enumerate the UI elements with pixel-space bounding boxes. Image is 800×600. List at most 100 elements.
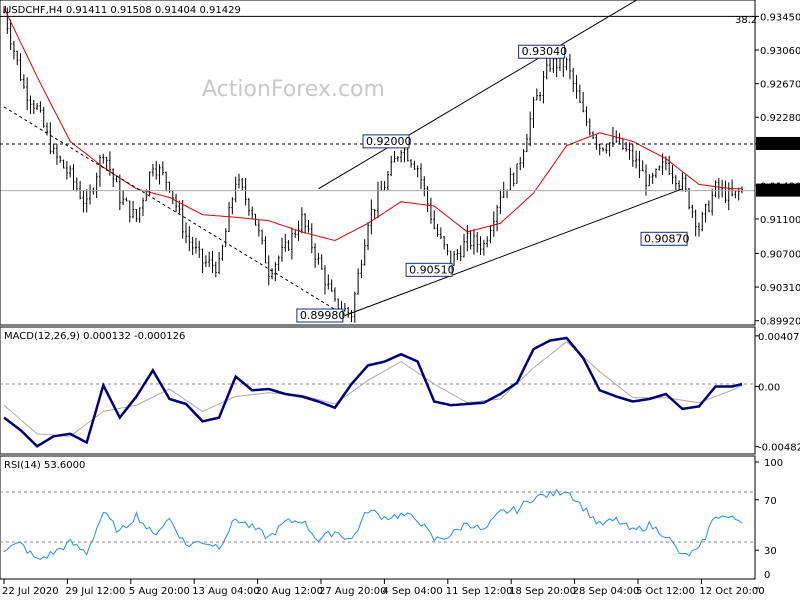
candles [3, 6, 743, 323]
svg-text:0.90510: 0.90510 [409, 263, 455, 276]
candle [317, 252, 320, 265]
candle [26, 77, 29, 111]
candle [390, 155, 393, 177]
candle [12, 40, 15, 60]
candle [251, 206, 254, 220]
candle [386, 170, 389, 191]
candle [651, 172, 654, 184]
candle [413, 160, 416, 170]
candle [469, 230, 472, 250]
candle [641, 160, 644, 172]
macd-tick-label: -0.004829 [758, 443, 800, 454]
candle [621, 137, 624, 150]
candle [155, 161, 158, 180]
candle [691, 204, 694, 219]
candle [327, 274, 330, 290]
candle [39, 101, 42, 113]
candle [393, 151, 396, 163]
x-axis: 22 Jul 2020 29 Jul 12:00 5 Aug 20:00 13 Aug… [2, 579, 765, 597]
candle [141, 197, 144, 217]
candle [565, 57, 568, 71]
candle [721, 179, 724, 198]
candle [307, 219, 310, 233]
candle [165, 171, 168, 192]
candle [168, 181, 171, 193]
price-tick-label: 0.92670 [760, 80, 800, 91]
candle [674, 175, 677, 190]
candle [635, 150, 638, 169]
candle [476, 231, 479, 253]
candle [707, 200, 710, 213]
candle [631, 143, 634, 167]
candle [717, 177, 720, 199]
candle [737, 187, 740, 201]
price-annotation: 0.93040 [518, 44, 568, 59]
x-tick-label: 11 Sep 12:00 [446, 586, 513, 597]
rsi-line [3, 488, 743, 560]
candle [247, 197, 250, 216]
x-tick-label: 5 Oct 12:00 [636, 586, 695, 597]
candle [734, 190, 737, 199]
candle [360, 259, 363, 279]
candle [234, 176, 237, 203]
candle [95, 172, 98, 199]
candle [648, 174, 651, 187]
candle [535, 88, 538, 101]
candle [135, 208, 138, 222]
candle [320, 254, 323, 270]
rsi-tick-label: 0 [764, 570, 770, 581]
candle [287, 240, 290, 251]
macd-signal-line [3, 341, 743, 437]
price-annotation: 0.90870 [640, 231, 690, 246]
candle [605, 143, 608, 154]
candle [489, 225, 492, 244]
candle [370, 199, 373, 235]
candle [314, 243, 317, 268]
candle [482, 239, 485, 256]
candle [525, 133, 528, 153]
candle [85, 189, 88, 213]
candle [300, 207, 303, 234]
candle [668, 155, 671, 176]
price-annotation: 0.89980 [296, 308, 345, 323]
candle [75, 177, 78, 192]
candle [376, 181, 379, 219]
x-tick-label: 20 Aug 12:00 [256, 586, 323, 597]
candle [602, 147, 605, 152]
macd-panel-frame [0, 326, 756, 455]
candle [519, 157, 522, 171]
candle [22, 74, 25, 89]
macd-tick-label: 0.004071 [758, 332, 800, 343]
candle [515, 163, 518, 184]
price-annotation: 0.92000 [362, 134, 412, 149]
candle [578, 84, 581, 103]
candle [499, 189, 502, 214]
svg-text:0.90870: 0.90870 [644, 232, 690, 245]
x-tick-label: 28 Sep 04:00 [573, 586, 640, 597]
candle [324, 265, 327, 295]
current-price-label: 0.91429 [760, 187, 800, 198]
candle [304, 213, 307, 234]
candle [221, 244, 224, 261]
candle [439, 227, 442, 240]
candle [72, 164, 75, 191]
candle [29, 95, 32, 115]
candle [102, 153, 105, 164]
svg-text:0.93040: 0.93040 [522, 45, 568, 58]
x-tick-label: 22 Jul 2020 [2, 586, 59, 597]
candle [492, 211, 495, 237]
candle [416, 165, 419, 178]
candle [496, 204, 499, 232]
price-tick-label: 0.93450 [760, 12, 800, 23]
fib-label: 38.2 [735, 15, 757, 26]
candle [181, 199, 184, 239]
macd-panel: MACD(12,26,9) 0.000132 -0.000126 0.00407… [0, 326, 800, 455]
candle [204, 255, 207, 268]
candle [55, 144, 58, 165]
candle [363, 239, 366, 266]
candle [466, 225, 469, 252]
candle [506, 189, 509, 199]
candle [218, 251, 221, 275]
candle [443, 235, 446, 250]
price-panel: ActionForex.com 0.93040 0.92000 0.90870 0.9… [0, 0, 800, 328]
